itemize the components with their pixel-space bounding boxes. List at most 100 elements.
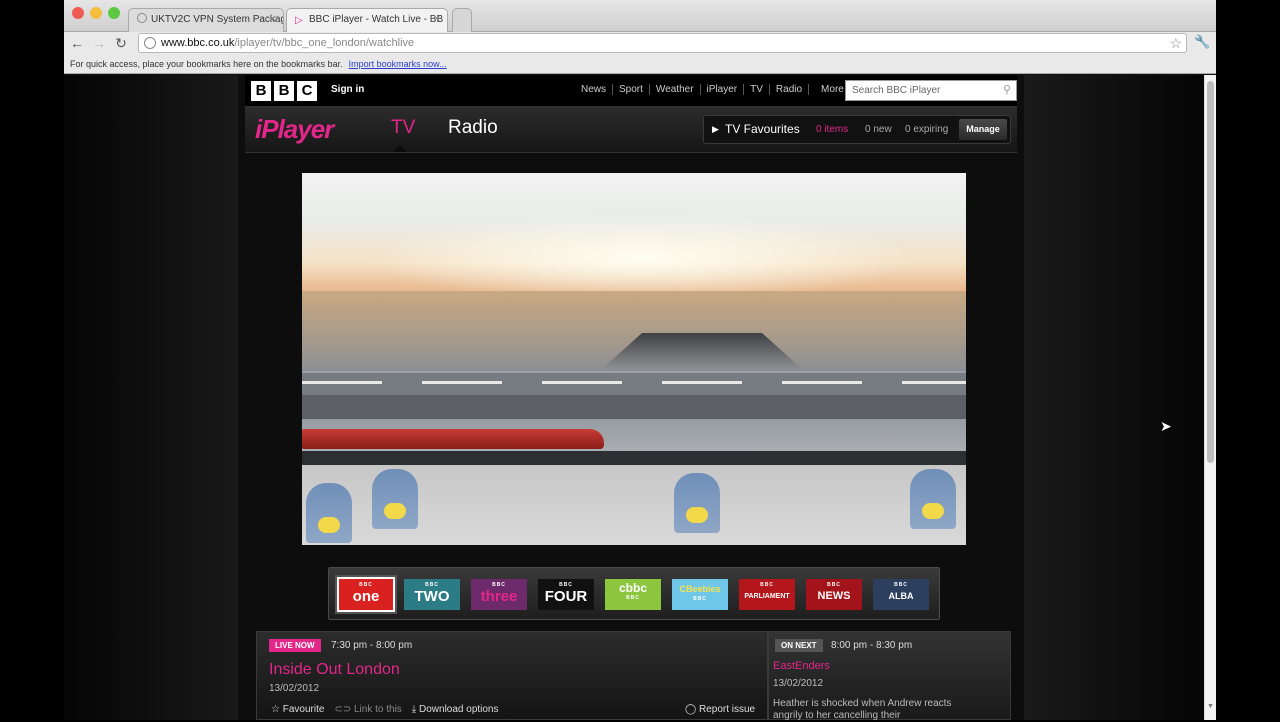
bbc-logo[interactable]: B B C [251,81,317,101]
expand-triangle-icon: ▶ [712,124,719,134]
tab-close-icon[interactable]: ✕ [433,9,441,31]
channel-bbc-parliament[interactable]: BBC PARLIAMENT [739,579,795,610]
screen: UKTV2C VPN System Packag ✕ ▷ BBC iPlayer … [0,0,1280,721]
import-bookmarks-link[interactable]: Import bookmarks now... [349,59,447,69]
scrollbar-thumb[interactable] [1207,81,1214,463]
next-programme-title[interactable]: EastEnders [773,660,830,672]
download-options-button[interactable]: ⤓ Download options [412,704,499,715]
video-frame-train [306,483,352,543]
active-tab-caret [393,145,407,152]
scroll-down-arrow-icon[interactable]: ▼ [1207,703,1214,710]
favourites-new-count: 0 new [865,124,892,135]
download-icon: ⤓ [411,704,417,715]
nav-weather[interactable]: Weather [648,84,700,95]
download-label: Download options [419,704,499,715]
speech-bubble-icon: ◯ [685,704,697,715]
back-arrow-icon[interactable]: ← [68,34,86,52]
channel-cbeebies[interactable]: CBeebies BBC [672,579,728,610]
tab-close-icon[interactable]: ✕ [269,9,277,31]
bookmarks-prompt: For quick access, place your bookmarks h… [70,59,343,69]
bookmark-star-icon[interactable]: ☆ [1169,34,1182,52]
video-frame-shadow [302,451,966,465]
manage-favourites-button[interactable]: Manage [959,119,1007,140]
channel-brand: cbbc [618,581,647,595]
channel-name: ALBA [888,591,914,601]
new-tab-button[interactable] [452,8,472,32]
link-label: Link to this [353,704,402,715]
tab-strip: UKTV2C VPN System Packag ✕ ▷ BBC iPlayer … [64,0,1216,32]
favourites-items-count: 0 items [816,124,849,135]
tv-favourites-panel[interactable]: ▶ TV Favourites 0 items 0 new 0 expiring… [703,115,1011,144]
report-issue-button[interactable]: ◯ Report issue [685,704,755,715]
page-scrollbar[interactable]: ▼ [1204,75,1216,720]
tab-radio[interactable]: Radio [448,117,498,139]
channel-cbbc[interactable]: cbbc BBC [605,579,661,610]
zoom-window-button[interactable] [108,7,120,19]
search-icon[interactable]: ⚲ [1003,81,1011,100]
reload-icon[interactable]: ↻ [112,34,130,52]
programme-actions: ☆ Favourite ⊂⊃ Link to this ⤓ Download o… [271,704,499,715]
now-programme-title[interactable]: Inside Out London [269,661,400,679]
favourites-expiring-count: 0 expiring [905,124,949,135]
tab-title: UKTV2C VPN System Packag [151,14,284,25]
bbc-top-nav: News Sport Weather iPlayer TV Radio More… [575,84,877,95]
channel-bbc-one[interactable]: BBC one [337,577,395,612]
now-date: 13/02/2012 [269,683,320,694]
bbc-logo-letter: B [251,81,271,101]
url-host: www.bbc.co.uk [161,37,235,49]
globe-icon [144,37,156,49]
minimize-window-button[interactable] [90,7,102,19]
favourite-button[interactable]: ☆ Favourite [271,704,324,715]
nav-tv[interactable]: TV [743,84,769,95]
on-next-panel: ON NEXT 8:00 pm - 8:30 pm EastEnders 13/… [768,631,1011,721]
channel-bbc-two[interactable]: BBC TWO [404,579,460,610]
bbc-logo-letter: B [274,81,294,101]
video-frame-bridge [302,395,966,419]
live-now-badge: LIVE NOW [269,639,321,652]
on-next-badge: ON NEXT [775,639,823,652]
tab-tv[interactable]: TV [391,117,415,139]
channel-name: BBC [626,595,640,601]
channel-name: three [480,588,518,605]
bbc-masthead: B B C Sign in News Sport Weather iPlayer… [245,75,1017,107]
video-frame-road-markings [302,381,966,384]
video-frame-glow [362,213,922,303]
nav-iplayer[interactable]: iPlayer [699,84,744,95]
channel-name: BBC [693,596,707,602]
nav-news[interactable]: News [575,84,612,95]
iplayer-favicon: ▷ [295,15,303,26]
forward-arrow-icon[interactable]: → [90,34,108,52]
favourite-label: Favourite [282,704,325,715]
video-frame-train [674,473,720,533]
tab-bbc-iplayer[interactable]: ▷ BBC iPlayer - Watch Live - BB ✕ [286,8,448,32]
search-input[interactable]: Search BBC iPlayer ⚲ [845,80,1017,101]
channel-bbc-three[interactable]: BBC three [471,579,527,610]
wrench-icon[interactable]: 🔧 [1194,34,1210,50]
iplayer-logo[interactable]: iPlayer [255,114,334,145]
link-icon: ⊂⊃ [334,704,352,715]
channel-brand: BBC [760,582,774,588]
iplayer-content: B B C Sign in News Sport Weather iPlayer… [238,75,1024,721]
video-frame-train [372,469,418,529]
close-window-button[interactable] [72,7,84,19]
channel-bbc-news[interactable]: BBC NEWS [806,579,862,610]
star-icon: ☆ [271,704,280,715]
address-bar[interactable]: www.bbc.co.uk/iplayer/tv/bbc_one_london/… [138,33,1187,53]
video-frame-red-train [302,429,604,449]
channel-name: TWO [414,588,450,605]
favourites-title: TV Favourites [725,122,800,136]
next-description: Heather is shocked when Andrew reacts an… [773,698,952,721]
channel-bbc-alba[interactable]: BBC ALBA [873,579,929,610]
nav-sport[interactable]: Sport [612,84,649,95]
video-frame-train [910,469,956,529]
mouse-pointer-icon: ➤ [1160,418,1172,434]
tab-uktv2c[interactable]: UKTV2C VPN System Packag ✕ [128,8,284,32]
channel-name: one [352,588,380,605]
now-time: 7:30 pm - 8:00 pm [331,640,413,651]
link-to-this-button[interactable]: ⊂⊃ Link to this [334,704,401,715]
video-player[interactable] [302,173,966,545]
nav-radio[interactable]: Radio [768,84,808,95]
channel-bbc-four[interactable]: BBC FOUR [538,579,594,610]
sign-in-link[interactable]: Sign in [331,84,364,95]
report-label: Report issue [698,704,756,715]
